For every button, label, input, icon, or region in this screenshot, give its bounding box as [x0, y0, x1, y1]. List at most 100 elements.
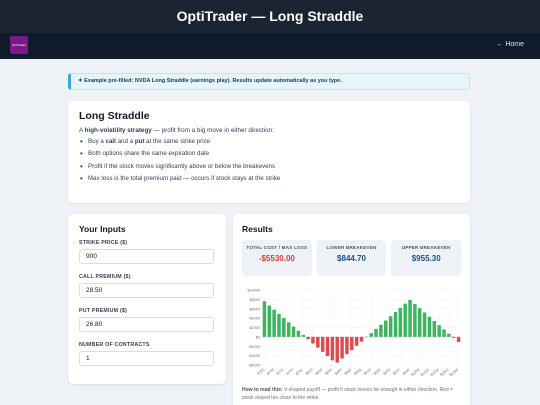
payoff-chart-container: $10000 $8000 $6000 $4000 $2000 $0 -$2000 -$4000…: [242, 286, 464, 384]
profit-bar: [413, 304, 417, 337]
bullet-text: Both options share the same expiration d…: [88, 150, 210, 158]
bullet-bold: call: [105, 138, 116, 145]
profit-bar: [296, 330, 301, 337]
profit-bar: [369, 333, 373, 337]
x-tick-label: $1008: [410, 368, 420, 377]
profit-bar: [379, 324, 383, 337]
loss-bar: [311, 336, 315, 344]
profit-bar: [437, 325, 441, 337]
x-tick-label: $792: [295, 368, 304, 376]
strike-label: STRIKE PRICE ($): [79, 240, 128, 246]
inputs-title: Your Inputs: [79, 224, 126, 234]
loss-bar: [359, 336, 364, 342]
put-premium-input[interactable]: [79, 317, 214, 332]
total-cost-value: -$5530.00: [258, 254, 295, 263]
bullet-item: Both options share the same expiration d…: [79, 149, 459, 158]
bullet-item: Profit if the stock moves significantly …: [79, 162, 459, 171]
results-title: Results: [242, 224, 273, 234]
x-tick-label: $738: [266, 368, 275, 376]
contracts-label: NUMBER OF CONTRACTS: [79, 342, 150, 348]
loss-bar: [354, 336, 359, 346]
upper-breakeven-value: $955.30: [411, 254, 441, 263]
bullet-text: and a: [115, 138, 135, 145]
x-tick-label: $900: [353, 368, 362, 376]
loss-bar: [306, 336, 310, 340]
y-tick-label: -$2000: [248, 345, 260, 349]
brand-logo[interactable]: OptiTrader: [10, 36, 28, 54]
loss-bar: [335, 336, 339, 363]
lower-breakeven-label: LOWER BREAKEVEN: [326, 245, 377, 250]
profit-bar: [442, 329, 446, 337]
strategy-card: Long Straddle A high-volatility strategy…: [68, 101, 470, 203]
call-premium-label: CALL PREMIUM ($): [79, 274, 131, 280]
lead-bold: high-volatility strategy: [84, 127, 152, 134]
profit-bar: [393, 312, 398, 337]
strike-price-input[interactable]: [79, 249, 214, 264]
profit-bar: [422, 312, 427, 337]
y-tick-label: -$4000: [248, 354, 260, 358]
profit-bar: [291, 326, 296, 337]
y-tick-label: $10000: [247, 289, 260, 293]
x-tick-label: $936: [373, 368, 382, 376]
y-tick-label: $8000: [249, 298, 260, 302]
lower-breakeven-value: $844.70: [337, 254, 366, 263]
y-tick-label: $2000: [249, 326, 260, 330]
x-tick-label: $864: [334, 368, 343, 376]
bullet-text: Buy a: [88, 138, 106, 145]
upper-breakeven-label: UPPER BREAKEVEN: [401, 245, 451, 250]
bullet-text: Max loss is the total premium paid — occ…: [88, 174, 281, 182]
x-tick-label: $882: [344, 368, 353, 376]
profit-bar: [417, 308, 422, 337]
x-tick-label: $972: [392, 368, 401, 376]
nav-bar: OptiTrader ← Home: [0, 33, 540, 59]
loss-bar: [345, 336, 349, 355]
x-tick-label: $720: [256, 368, 265, 376]
howto-bold: How to read this:: [242, 387, 283, 393]
call-premium-input[interactable]: [79, 283, 214, 298]
loss-bar: [456, 336, 461, 343]
loss-bar: [340, 336, 344, 359]
y-tick-label: -$6000: [248, 364, 260, 368]
loss-bar: [451, 336, 456, 338]
loss-bar: [325, 336, 330, 357]
inputs-card: Your Inputs STRIKE PRICE ($) CALL PREMIU…: [68, 214, 226, 384]
profit-bar: [282, 318, 286, 337]
app-title: OptiTrader — Long Straddle: [176, 8, 364, 24]
profit-bar: [277, 313, 281, 337]
logo-text: OptiTrader: [11, 43, 27, 47]
loss-bar: [320, 336, 325, 352]
strategy-lead: A high-volatility strategy — profit from…: [79, 127, 459, 134]
contracts-input[interactable]: [79, 351, 214, 366]
total-cost-metric: TOTAL COST / MAX LOSS -$5530.00: [242, 240, 312, 276]
x-tick-label: $918: [363, 368, 372, 376]
profit-bar: [408, 299, 412, 337]
bullet-item: Max loss is the total premium paid — occ…: [79, 174, 459, 183]
how-to-read: How to read this: V-shaped payoff — prof…: [242, 387, 461, 402]
x-tick-label: $1026: [420, 368, 430, 377]
total-cost-label: TOTAL COST / MAX LOSS: [246, 245, 308, 250]
lead-suffix: — profit from a big move in either direc…: [151, 127, 274, 134]
example-banner: ✦ Example pre-filled: NVDA Long Straddle…: [68, 73, 470, 90]
profit-bar: [403, 303, 407, 337]
loss-bar: [364, 336, 369, 338]
x-tick-label: $828: [315, 368, 324, 376]
x-tick-label: $1080: [449, 368, 459, 377]
profit-bar: [427, 316, 432, 337]
x-tick-label: $810: [305, 368, 314, 376]
x-tick-label: $1062: [439, 368, 449, 377]
y-tick-label: $0: [256, 335, 260, 339]
y-tick-label: $6000: [249, 307, 260, 311]
home-link[interactable]: ← Home: [496, 41, 524, 48]
profit-bar: [267, 305, 272, 337]
profit-bar: [272, 309, 276, 337]
profit-bar: [447, 333, 451, 337]
strategy-bullets: Buy a call and a put at the same strike …: [79, 137, 459, 183]
loss-bar: [330, 336, 335, 361]
bullet-text: Profit if the stock moves significantly …: [88, 162, 276, 170]
app-header: OptiTrader — Long Straddle: [0, 0, 540, 33]
bullet-item: Buy a call and a put at the same strike …: [79, 137, 459, 146]
profit-bar: [374, 328, 378, 337]
results-card: Results TOTAL COST / MAX LOSS -$5530.00 …: [233, 214, 470, 405]
profit-bar: [262, 301, 267, 337]
y-tick-label: $4000: [249, 317, 260, 321]
